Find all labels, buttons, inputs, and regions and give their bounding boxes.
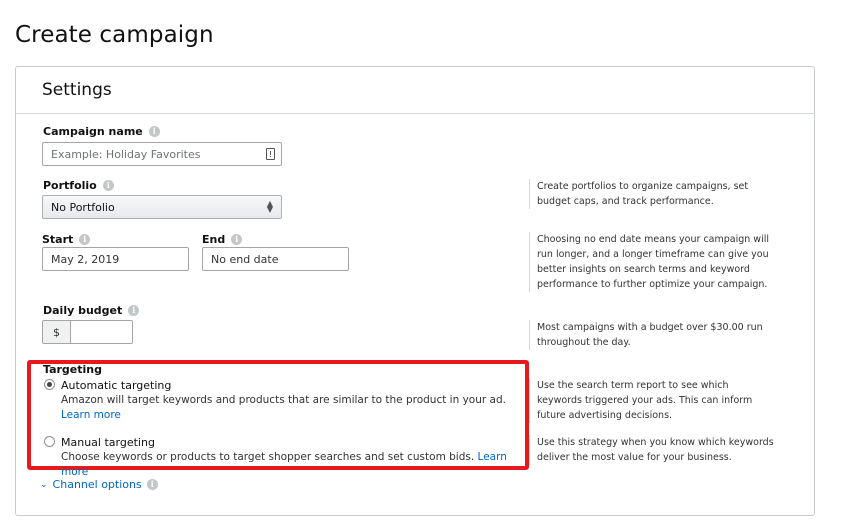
manual-targeting-desc-text: Choose keywords or products to target sh… [61,451,475,463]
automatic-targeting-help: Use the search term report to see which … [529,378,774,423]
currency-symbol: $ [42,320,70,344]
end-label: End i [202,233,243,246]
portfolio-select[interactable]: No Portfolio ▲ ▼ [42,195,282,219]
manual-targeting-desc: Choose keywords or products to target sh… [61,450,521,480]
automatic-learn-more-link[interactable]: Learn more [61,409,121,421]
manual-targeting-title[interactable]: Manual targeting [61,436,155,449]
page-title: Create campaign [15,22,214,48]
targeting-label: Targeting [43,363,102,376]
end-label-text: End [202,233,226,246]
budget-help: Most campaigns with a budget over $30.00… [529,320,774,350]
start-date-input[interactable]: May 2, 2019 [42,247,189,271]
info-icon[interactable]: i [102,180,114,191]
settings-header: Settings [16,67,814,114]
automatic-targeting-radio[interactable] [44,379,55,390]
chevron-down-icon: ⌄ [40,479,48,490]
campaign-name-label: Campaign name i [43,125,160,138]
info-icon[interactable]: i [146,479,158,490]
portfolio-label-text: Portfolio [43,179,97,192]
automatic-targeting-title[interactable]: Automatic targeting [61,379,171,392]
start-date-value: May 2, 2019 [51,252,120,266]
end-date-value: No end date [211,252,279,266]
campaign-name-placeholder: Example: Holiday Favorites [51,147,201,161]
portfolio-select-value: No Portfolio [51,200,115,214]
campaign-name-label-text: Campaign name [43,125,143,138]
info-icon[interactable]: i [231,234,243,245]
daily-budget-field: $ [42,320,133,344]
portfolio-help: Create portfolios to organize campaigns,… [529,179,774,209]
daily-budget-label: Daily budget i [43,304,140,317]
info-icon[interactable]: i [148,126,160,137]
automatic-targeting-desc: Amazon will target keywords and products… [61,393,521,423]
select-caret-icon: ▲ ▼ [266,199,273,214]
channel-options-toggle[interactable]: ⌄ Channel options i [40,478,158,491]
start-label-text: Start [42,233,74,246]
info-icon[interactable]: i [128,305,140,316]
start-label: Start i [42,233,91,246]
settings-title: Settings [42,80,112,100]
manual-targeting-radio[interactable] [44,436,55,447]
clipboard-icon [266,148,275,160]
daily-budget-input[interactable] [70,320,133,344]
automatic-targeting-desc-text: Amazon will target keywords and products… [61,394,506,406]
campaign-name-input[interactable]: Example: Holiday Favorites [42,142,282,166]
portfolio-label: Portfolio i [43,179,114,192]
end-date-input[interactable]: No end date [202,247,349,271]
targeting-label-text: Targeting [43,363,103,376]
daily-budget-label-text: Daily budget [43,304,123,317]
manual-targeting-help: Use this strategy when you know which ke… [529,435,774,465]
channel-options-label[interactable]: Channel options [53,478,142,491]
dates-help: Choosing no end date means your campaign… [529,232,774,292]
info-icon[interactable]: i [79,234,91,245]
